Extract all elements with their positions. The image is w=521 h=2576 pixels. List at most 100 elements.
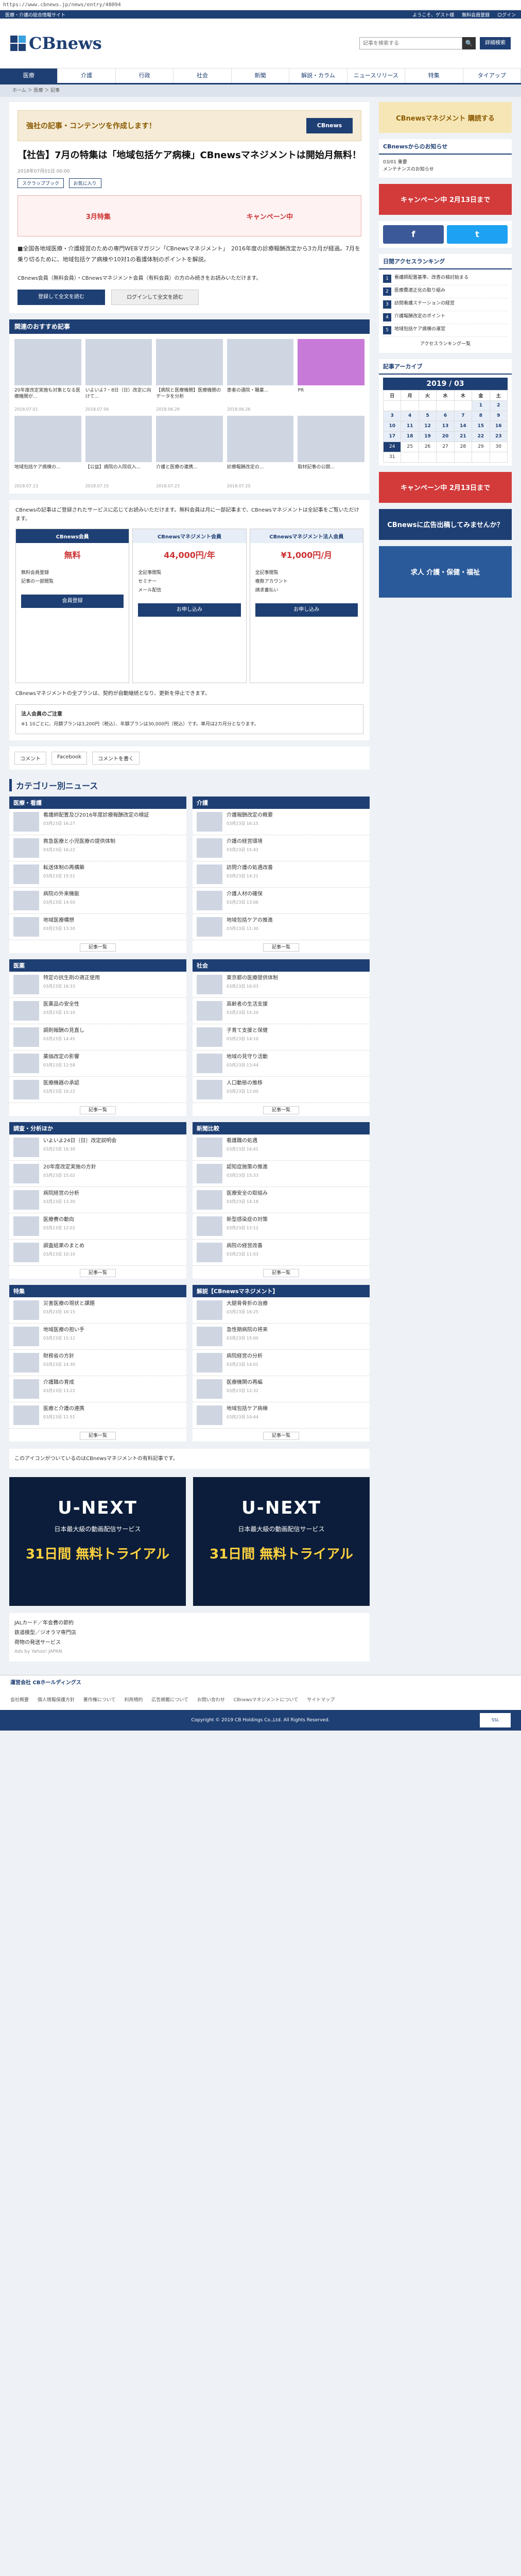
footer-link[interactable]: サイトマップ [307,1698,335,1703]
rec-item-ad[interactable]: PR [298,338,364,412]
side-banner-ad[interactable]: CBnewsに広告出稿してみませんか？ [379,509,512,540]
search-icon[interactable]: 🔍 [462,37,476,49]
ranking-item[interactable]: 1 看護師配置基準、改善の検討始まる [383,273,508,285]
pr-link[interactable]: 荷物の発送サービス [14,1638,364,1648]
footer-link[interactable]: CBnewsマネジメントについて [234,1698,298,1703]
facebook-icon[interactable]: f [383,225,444,244]
register-link[interactable]: 無料会員登録 [462,13,490,18]
category-item[interactable]: 地域の見守り活動 03月23日 13:44 [193,1050,370,1077]
category-item[interactable]: 医療機器の承認 03月23日 10:22 [9,1077,186,1104]
rec-item[interactable]: 診療報酬改定の... 2018.07.25 [227,415,294,488]
calendar-day[interactable]: 26 [418,441,437,452]
category-item[interactable]: 人口動態の推移 03月23日 12:00 [193,1077,370,1104]
category-item[interactable]: 地域包括ケアの推進 03月23日 11:30 [193,914,370,941]
nav-item-column[interactable]: 解説・カラム [289,69,348,83]
login-link[interactable]: ログイン [497,13,516,18]
calendar-day[interactable]: 25 [401,441,419,452]
category-item[interactable]: 救急医療と小児医療の提供体制 03月23日 16:22 [9,835,186,862]
rec-item[interactable]: 介護と医療の連携... 2018.07.23 [156,415,223,488]
plan-free-button[interactable]: 会員登録 [21,594,124,608]
login-read-button[interactable]: ログインして全文を読む [111,289,199,305]
category-more-button[interactable]: 記事一覧 [79,1269,116,1278]
footer-link[interactable]: 個人情報保護方針 [38,1698,75,1703]
unext-ad[interactable]: U-NEXT 日本最大級の動画配信サービス 31日間 無料トライアル [193,1477,370,1606]
calendar-day[interactable]: 2 [489,400,508,411]
calendar-day[interactable]: 9 [489,410,508,421]
calendar-day[interactable]: 14 [454,420,473,432]
category-item[interactable]: 特定の抗生剤の適正使用 03月23日 16:33 [9,972,186,998]
category-item[interactable]: 訪問介護の処遇改善 03月23日 14:21 [193,861,370,888]
side-banner-jobs[interactable]: 求人 介護・保健・福祉 [379,546,512,598]
ranking-more-link[interactable]: アクセスランキング一覧 [383,337,508,350]
wide-ad[interactable]: 3月特集 キャンペーン中 [18,195,361,236]
category-item[interactable]: 新型感染症の対策 03月23日 13:12 [193,1213,370,1240]
calendar-day[interactable]: 12 [418,420,437,432]
calendar-day[interactable]: 29 [472,441,490,452]
category-more-button[interactable]: 記事一覧 [79,1106,116,1115]
rec-item[interactable]: 患者の通院・職業... 2018.06.26 [227,338,294,412]
category-item[interactable]: 高齢者の生活支援 03月23日 15:20 [193,998,370,1025]
category-item[interactable]: 薬価改定の影響 03月23日 12:58 [9,1050,186,1077]
nav-item-admin[interactable]: 行政 [116,69,174,83]
category-item[interactable]: 医療機関の再編 03月23日 12:32 [193,1376,370,1403]
add-comment-button[interactable]: コメントを書く [92,752,140,765]
address-bar[interactable]: https://www.cbnews.jp/news/entry/48094 [0,0,521,10]
calendar-day[interactable]: 7 [454,410,473,421]
rec-item[interactable]: いよいよ7・8日（日）改定に向けて... 2018.07.04 [85,338,152,412]
calendar-day[interactable]: 21 [454,431,473,442]
rec-item[interactable]: 【公益】病院の入院収入... 2018.07.15 [85,415,152,488]
category-item[interactable]: 認知症施策の推進 03月23日 15:33 [193,1161,370,1188]
side-banner-campaign-2[interactable]: キャンペーン中 2月13日まで [379,471,512,503]
calendar-day[interactable]: 1 [472,400,490,411]
category-item[interactable]: 20年度改定実施の方針 03月23日 15:02 [9,1161,186,1188]
category-item[interactable]: 大腿骨骨折の治療 03月23日 16:25 [193,1297,370,1324]
footer-link[interactable]: 会社概要 [10,1698,29,1703]
ranking-item[interactable]: 4 介護報酬改定のポイント [383,311,508,324]
category-item[interactable]: 看護師配置及び2016年度診療報酬改定の検証 03月23日 16:27 [9,809,186,836]
plan-corporate-button[interactable]: お申し込み [255,603,358,617]
nav-item-society[interactable]: 社会 [173,69,232,83]
category-item[interactable]: 東京都の医療提供体制 03月23日 16:03 [193,972,370,998]
ranking-item[interactable]: 2 医療費適正化の取り組み [383,285,508,298]
category-item[interactable]: 医療と介護の連携 03月23日 11:51 [9,1402,186,1429]
category-more-button[interactable]: 記事一覧 [263,943,299,952]
calendar-day[interactable]: 6 [436,410,455,421]
calendar-day[interactable]: 16 [489,420,508,432]
plan-management-button[interactable]: お申し込み [138,603,241,617]
calendar-day[interactable]: 18 [401,431,419,442]
category-more-button[interactable]: 記事一覧 [263,1269,299,1278]
side-banner-campaign[interactable]: キャンペーン中 2月13日まで [379,183,512,215]
category-item[interactable]: 医療費の動向 03月23日 12:02 [9,1213,186,1240]
category-item[interactable]: 地域医療の担い手 03月23日 15:12 [9,1324,186,1350]
category-item[interactable]: 医薬品の安全性 03月23日 15:10 [9,998,186,1025]
calendar-day[interactable]: 3 [383,410,402,421]
category-item[interactable]: 病院経営の分析 03月23日 13:30 [9,1187,186,1214]
category-item[interactable]: 介護の経営環境 03月23日 15:42 [193,835,370,862]
footer-link[interactable]: 著作権について [83,1698,116,1703]
rec-item[interactable]: 地域包括ケア病棟の... 2018.07.13 [14,415,81,488]
footer-link[interactable]: お問い合わせ [197,1698,225,1703]
twitter-icon[interactable]: t [447,225,508,244]
category-item[interactable]: 医療安全の取組み 03月23日 14:18 [193,1187,370,1214]
rec-item[interactable]: 【病院と医療機関】医療機関のデータを分析 2018.06.29 [156,338,223,412]
nav-item-release[interactable]: ニュースリリース [348,69,406,83]
notice-item[interactable]: 03/01 重要 [383,159,508,166]
calendar-day[interactable]: 23 [489,431,508,442]
category-item[interactable]: 財務省の方針 03月23日 14:30 [9,1350,186,1377]
nav-item-feature[interactable]: 特集 [405,69,463,83]
calendar-day[interactable]: 4 [401,410,419,421]
nav-item-tieup[interactable]: タイアップ [463,69,521,83]
nav-item-care[interactable]: 介護 [58,69,116,83]
rec-item[interactable]: 20年度改定実施も対象となる医療機関が... 2018.07.01 [14,338,81,412]
calendar-day[interactable]: 10 [383,420,402,432]
calendar-day[interactable]: 15 [472,420,490,432]
side-banner-management[interactable]: CBnewsマネジメント 購読する [379,102,512,133]
footer-link[interactable]: 広告掲載について [151,1698,188,1703]
rec-item[interactable]: 取材記事の公開... [298,415,364,488]
category-item[interactable]: 災害医療の現状と課題 03月23日 16:15 [9,1297,186,1324]
pr-link[interactable]: JALカード／年会費の節約 [14,1618,364,1628]
register-read-button[interactable]: 登録して全文を読む [18,289,105,305]
category-more-button[interactable]: 記事一覧 [79,1432,116,1440]
pr-link[interactable]: 鉄道模型／ジオラマ専門店 [14,1628,364,1638]
category-item[interactable]: 地域包括ケア病棟 03月23日 10:44 [193,1402,370,1429]
